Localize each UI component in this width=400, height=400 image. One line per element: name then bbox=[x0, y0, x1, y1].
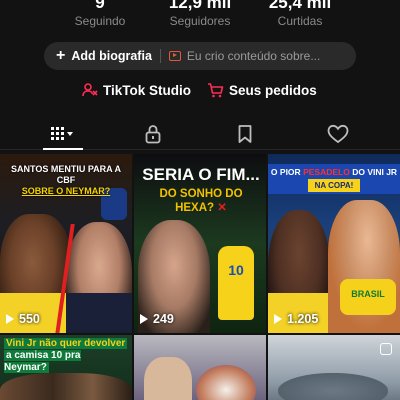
lock-icon bbox=[145, 125, 161, 144]
view-count-value: 550 bbox=[19, 312, 40, 326]
headline-highlight: SOBRE O NEYMAR? bbox=[21, 186, 111, 196]
thumbnail-player: 10 bbox=[218, 246, 254, 320]
videos-grid-icon bbox=[51, 127, 73, 140]
add-bio-label: Add biografia bbox=[71, 49, 152, 63]
plus-icon: + bbox=[56, 47, 66, 64]
orders-button[interactable]: Seus pedidos bbox=[207, 82, 317, 98]
view-count: 550 bbox=[6, 312, 40, 326]
banner-text: DO VINI JR bbox=[352, 167, 398, 177]
add-bio-button[interactable]: + Add biografia bbox=[44, 42, 152, 70]
banner-text: O PIOR bbox=[270, 167, 301, 177]
video-thumbnail[interactable]: 10 SERIA O FIM... DO SONHO DO HEXA? ✕ 24… bbox=[134, 154, 266, 333]
x-mark-icon: ✕ bbox=[217, 202, 227, 214]
thumbnail-subtitle: DO SONHO DO HEXA? ✕ bbox=[142, 187, 260, 215]
caption-line: a camisa 10 pra Neymar? bbox=[4, 350, 81, 373]
bio-bar: + Add biografia Eu crio conteúdo sobre..… bbox=[44, 42, 356, 70]
multi-photo-icon bbox=[380, 343, 392, 355]
tab-videos[interactable] bbox=[32, 118, 92, 150]
video-thumbnail[interactable]: BRASIL O PIOR PESADELO DO VINI JR NA COP… bbox=[268, 154, 400, 333]
view-count: 1.205 bbox=[274, 312, 318, 326]
tab-liked[interactable] bbox=[308, 118, 368, 150]
studio-icon bbox=[82, 83, 98, 97]
thumbnail-object bbox=[196, 365, 256, 400]
banner-line: O PIOR PESADELO DO VINI JR bbox=[268, 167, 400, 177]
view-count-value: 249 bbox=[153, 312, 174, 326]
play-icon bbox=[6, 314, 14, 324]
jersey-number: 10 bbox=[228, 262, 244, 278]
thumbnail-headline: SANTOS MENTIU PARA A CBF SOBRE O NEYMAR? bbox=[10, 164, 122, 197]
likes-count: 25,4 mil bbox=[268, 0, 332, 12]
play-icon bbox=[274, 314, 282, 324]
thumbnail-caption: Vini Jr não quer devolver a camisa 10 pr… bbox=[4, 338, 128, 374]
following-count: 9 bbox=[95, 0, 105, 12]
video-thumbnail[interactable] bbox=[134, 335, 266, 400]
heart-icon bbox=[327, 124, 349, 144]
divider bbox=[159, 49, 161, 63]
video-thumbnail[interactable]: Vini Jr não quer devolver a camisa 10 pr… bbox=[0, 335, 132, 400]
headline-line: SANTOS MENTIU PARA A CBF bbox=[10, 164, 121, 185]
caption-line: Vini Jr não quer devolver bbox=[4, 338, 128, 349]
followers-label: Seguidores bbox=[169, 14, 231, 28]
creator-category-button[interactable]: Eu crio conteúdo sobre... bbox=[168, 42, 321, 70]
view-count: 249 bbox=[140, 312, 174, 326]
tab-private[interactable] bbox=[123, 118, 183, 150]
video-thumbnail[interactable]: SANTOS MENTIU PARA A CBF SOBRE O NEYMAR?… bbox=[0, 154, 132, 333]
view-count-value: 1.205 bbox=[287, 312, 319, 326]
thumbnail-scenery bbox=[278, 373, 388, 400]
thumbnail-banner: O PIOR PESADELO DO VINI JR NA COPA! bbox=[268, 164, 400, 194]
profile-stats: 9 Seguindo 12,9 mil Seguidores 25,4 mil … bbox=[0, 0, 400, 28]
profile-tabs bbox=[0, 118, 400, 150]
shortcuts-row: TikTok Studio Seus pedidos bbox=[0, 82, 400, 104]
thumbnail-shirt: BRASIL bbox=[340, 279, 396, 315]
shirt-text: BRASIL bbox=[351, 289, 385, 299]
thumbnail-title: SERIA O FIM... bbox=[142, 165, 260, 184]
thumbnail-people bbox=[0, 373, 132, 400]
likes-label: Curtidas bbox=[277, 14, 323, 28]
following-label: Seguindo bbox=[74, 14, 126, 28]
play-icon bbox=[140, 314, 148, 324]
subtitle-text: DO SONHO DO HEXA? bbox=[159, 188, 243, 214]
tiktok-studio-button[interactable]: TikTok Studio bbox=[82, 82, 191, 98]
cart-icon bbox=[208, 83, 224, 98]
likes-stat[interactable]: 25,4 mil Curtidas bbox=[250, 0, 350, 29]
video-play-icon bbox=[168, 51, 181, 61]
following-stat[interactable]: 9 Seguindo bbox=[50, 0, 150, 29]
banner-highlight: PESADELO bbox=[303, 167, 350, 177]
followers-count: 12,9 mil bbox=[168, 0, 232, 12]
creator-category-text: Eu crio conteúdo sobre... bbox=[186, 49, 321, 63]
followers-stat[interactable]: 12,9 mil Seguidores bbox=[150, 0, 250, 29]
orders-label: Seus pedidos bbox=[229, 82, 317, 98]
bookmark-icon bbox=[238, 125, 252, 143]
banner-sub: NA COPA! bbox=[308, 179, 360, 192]
thumbnail-suit bbox=[66, 293, 132, 333]
tiktok-studio-label: TikTok Studio bbox=[103, 82, 192, 98]
tab-saved[interactable] bbox=[215, 118, 275, 150]
video-thumbnail[interactable] bbox=[268, 335, 400, 400]
thumbnail-hand bbox=[144, 357, 192, 400]
active-tab-indicator bbox=[43, 148, 83, 150]
